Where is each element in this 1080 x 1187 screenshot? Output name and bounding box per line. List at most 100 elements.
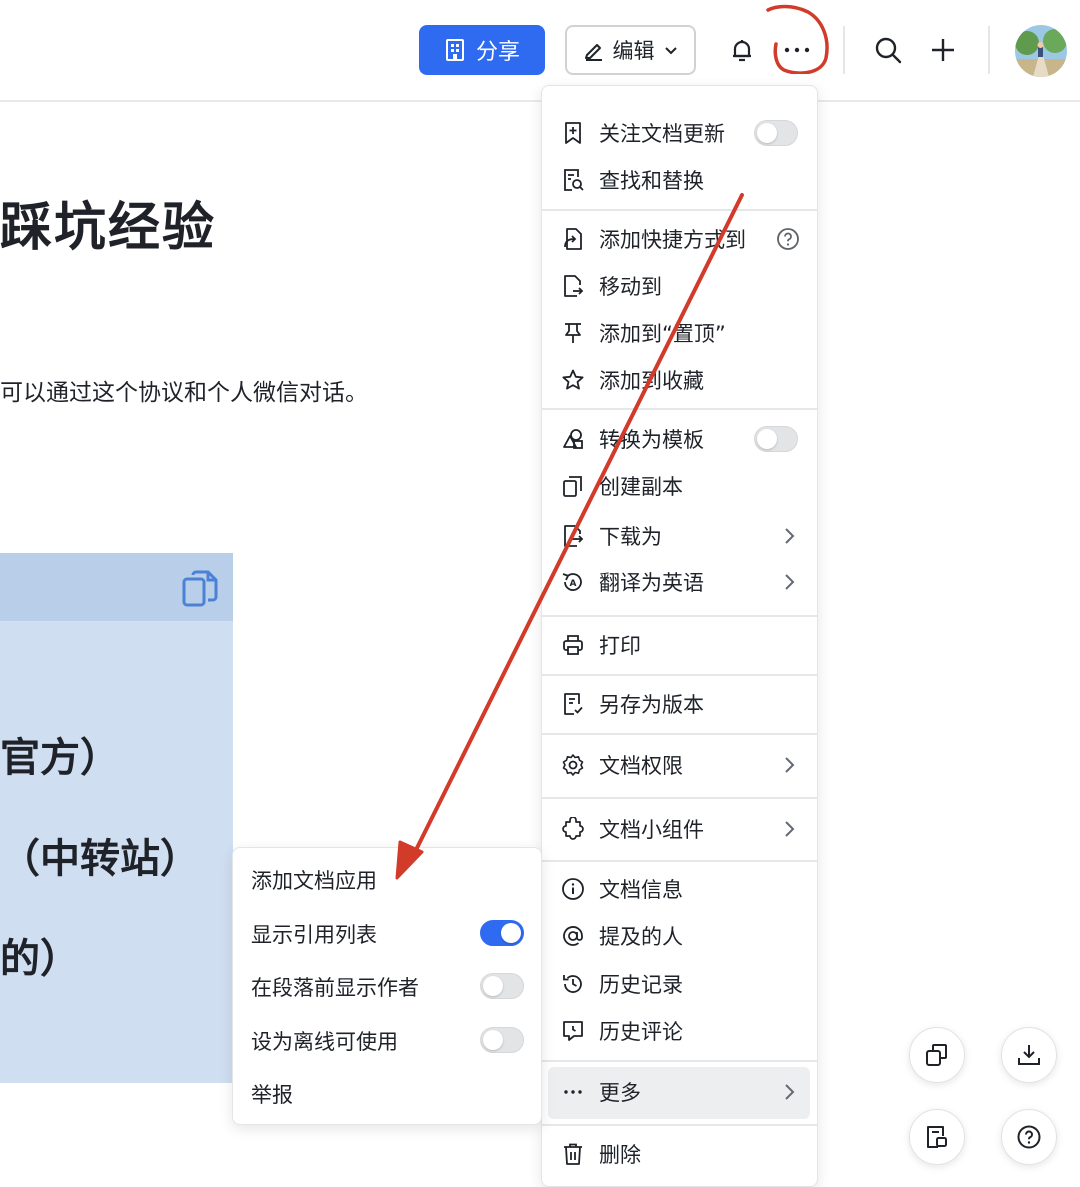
download-icon [1018, 1045, 1040, 1065]
menu-item-label: 文档小组件 [599, 818, 704, 842]
follow-doc-icon [565, 122, 581, 144]
menu-separator [542, 860, 817, 862]
avatar[interactable] [1015, 25, 1067, 77]
save-version-icon [564, 693, 583, 715]
document-icon [927, 1126, 947, 1148]
edit-label: 编辑 [612, 39, 655, 63]
menu-separator [542, 209, 817, 211]
submenu-item-label: 设为离线可使用 [251, 1030, 398, 1054]
menu-item-doc-info[interactable]: 文档信息 [542, 867, 817, 911]
pencil-icon [584, 44, 602, 61]
menu-item-doc-permissions[interactable]: 文档权限 [542, 743, 817, 787]
more-options-menu: 关注文档更新 查找和替换 添加快捷方式到 移动到 添加到“置顶” 添加到收藏 转… [541, 85, 818, 1187]
menu-item-label: 打印 [599, 634, 641, 658]
page-title: 踩坑经验 [0, 198, 217, 258]
toolbar-divider [988, 26, 990, 74]
print-icon [563, 635, 583, 655]
share-button[interactable]: 分享 [419, 25, 545, 75]
paragraph-text: 可以通过这个协议和个人微信对话。 [0, 380, 368, 406]
menu-item-download-as[interactable]: 下载为 [542, 514, 817, 558]
menu-item-print[interactable]: 打印 [542, 623, 817, 667]
template-icon [563, 429, 583, 449]
download-as-icon [564, 525, 584, 547]
menu-item-label: 文档权限 [599, 754, 683, 778]
convert-template-toggle[interactable] [754, 426, 798, 452]
menu-item-label: 历史记录 [599, 973, 683, 997]
menu-item-label: 创建副本 [599, 475, 683, 499]
move-icon [564, 275, 584, 297]
menu-item-move-to[interactable]: 移动到 [542, 264, 817, 308]
menu-separator [542, 797, 817, 799]
code-line: （中转站） [0, 836, 200, 882]
code-block-header [0, 553, 233, 621]
menu-item-label: 文档信息 [599, 878, 683, 902]
edit-mode-button[interactable]: 编辑 [565, 25, 696, 75]
copy-link-button[interactable] [909, 1027, 965, 1083]
chevron-right-icon [785, 757, 795, 773]
submenu-item-label: 举报 [251, 1083, 293, 1107]
menu-item-find-replace[interactable]: 查找和替换 [542, 158, 817, 202]
help-button[interactable] [1001, 1109, 1057, 1165]
submenu-item-offline[interactable]: 设为离线可使用 [233, 1017, 541, 1061]
menu-separator [542, 1124, 817, 1126]
menu-item-convert-template[interactable]: 转换为模板 [542, 417, 817, 461]
menu-item-add-to-favorites[interactable]: 添加到收藏 [542, 358, 817, 402]
submenu-item-show-reference-list[interactable]: 显示引用列表 [233, 910, 541, 954]
menu-item-label: 添加快捷方式到 [599, 228, 746, 252]
menu-item-label: 添加到“置顶” [599, 322, 726, 346]
submenu-item-label: 在段落前显示作者 [251, 976, 419, 1000]
menu-separator [542, 1060, 817, 1062]
history-icon [563, 975, 582, 993]
menu-separator [542, 674, 817, 676]
menu-item-label: 更多 [599, 1081, 641, 1105]
search-icon[interactable] [868, 30, 908, 70]
more-submenu: 添加文档应用 显示引用列表 在段落前显示作者 设为离线可使用 举报 [232, 847, 542, 1125]
share-label: 分享 [475, 40, 520, 65]
doc-outline-button[interactable] [909, 1109, 965, 1165]
pin-icon [565, 323, 581, 343]
menu-item-translate[interactable]: A 翻译为英语 [542, 560, 817, 604]
menu-item-add-to-pinned[interactable]: 添加到“置顶” [542, 311, 817, 355]
show-reference-list-toggle[interactable] [480, 920, 524, 946]
shortcut-icon [564, 228, 582, 250]
menu-item-doc-widgets[interactable]: 文档小组件 [542, 807, 817, 851]
menu-item-save-version[interactable]: 另存为版本 [542, 682, 817, 726]
show-author-toggle[interactable] [480, 973, 524, 999]
info-icon [562, 878, 584, 900]
code-line: 官方） [0, 735, 120, 781]
menu-item-comment-history[interactable]: 历史评论 [542, 1009, 817, 1053]
star-icon [562, 369, 584, 390]
follow-updates-toggle[interactable] [754, 120, 798, 146]
chevron-right-icon [785, 821, 795, 837]
code-block: 官方） （中转站） 的） [0, 553, 233, 1083]
plus-icon[interactable] [923, 30, 963, 70]
menu-item-create-copy[interactable]: 创建副本 [542, 464, 817, 508]
code-line: 的） [0, 936, 80, 982]
translate-icon: A [562, 573, 582, 591]
notification-bell-icon[interactable] [722, 30, 762, 70]
menu-item-mentioned-people[interactable]: 提及的人 [542, 914, 817, 958]
comment-history-icon [563, 1021, 583, 1041]
chevron-right-icon [785, 574, 795, 590]
menu-item-delete[interactable]: 删除 [542, 1132, 817, 1176]
submenu-item-label: 添加文档应用 [251, 869, 377, 893]
offline-toggle[interactable] [480, 1027, 524, 1053]
menu-item-history[interactable]: 历史记录 [542, 962, 817, 1006]
menu-item-label: 移动到 [599, 275, 662, 299]
download-button[interactable] [1001, 1027, 1057, 1083]
submenu-item-show-author[interactable]: 在段落前显示作者 [233, 963, 541, 1007]
menu-item-label: 关注文档更新 [599, 122, 725, 146]
top-toolbar: 分享 编辑 [0, 0, 1080, 102]
toolbar-divider [843, 26, 845, 74]
help-circle-icon[interactable] [776, 227, 800, 251]
menu-item-more[interactable]: 更多 [542, 1070, 817, 1114]
copy-icon [563, 476, 582, 497]
menu-item-add-shortcut[interactable]: 添加快捷方式到 [542, 217, 817, 261]
copy-code-icon[interactable] [180, 567, 222, 609]
submenu-item-report[interactable]: 举报 [233, 1070, 541, 1114]
chevron-right-icon [785, 1084, 795, 1100]
menu-separator [542, 733, 817, 735]
menu-item-label: 添加到收藏 [599, 369, 704, 393]
submenu-item-add-doc-app[interactable]: 添加文档应用 [233, 856, 541, 900]
menu-item-follow-updates[interactable]: 关注文档更新 [542, 111, 817, 155]
